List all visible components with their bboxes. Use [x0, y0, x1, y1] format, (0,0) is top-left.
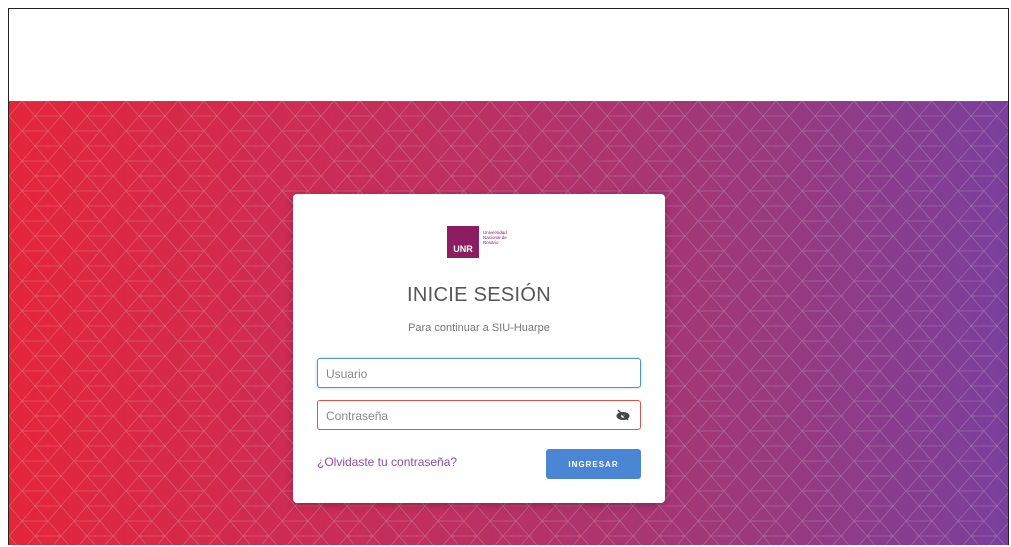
- logo-wordmark: Universidad Nacional de Rosario: [483, 230, 507, 245]
- password-input[interactable]: [324, 402, 608, 430]
- browser-viewport: UNR Universidad Nacional de Rosario INIC…: [8, 8, 1009, 545]
- page-title: INICIE SESIÓN: [407, 284, 551, 306]
- username-input[interactable]: [324, 360, 608, 388]
- login-card: UNR Universidad Nacional de Rosario INIC…: [293, 194, 665, 503]
- password-field[interactable]: [317, 400, 641, 430]
- eye-icon[interactable]: [616, 409, 630, 421]
- top-bar: [9, 9, 1008, 101]
- unr-logo: UNR Universidad Nacional de Rosario: [447, 226, 511, 258]
- username-field[interactable]: [317, 358, 641, 388]
- page-subtitle: Para continuar a SIU-Huarpe: [408, 322, 550, 334]
- logo-mark: UNR: [447, 226, 479, 258]
- login-button[interactable]: INGRESAR: [546, 449, 641, 479]
- forgot-password-link[interactable]: ¿Olvidaste tu contraseña?: [317, 455, 457, 469]
